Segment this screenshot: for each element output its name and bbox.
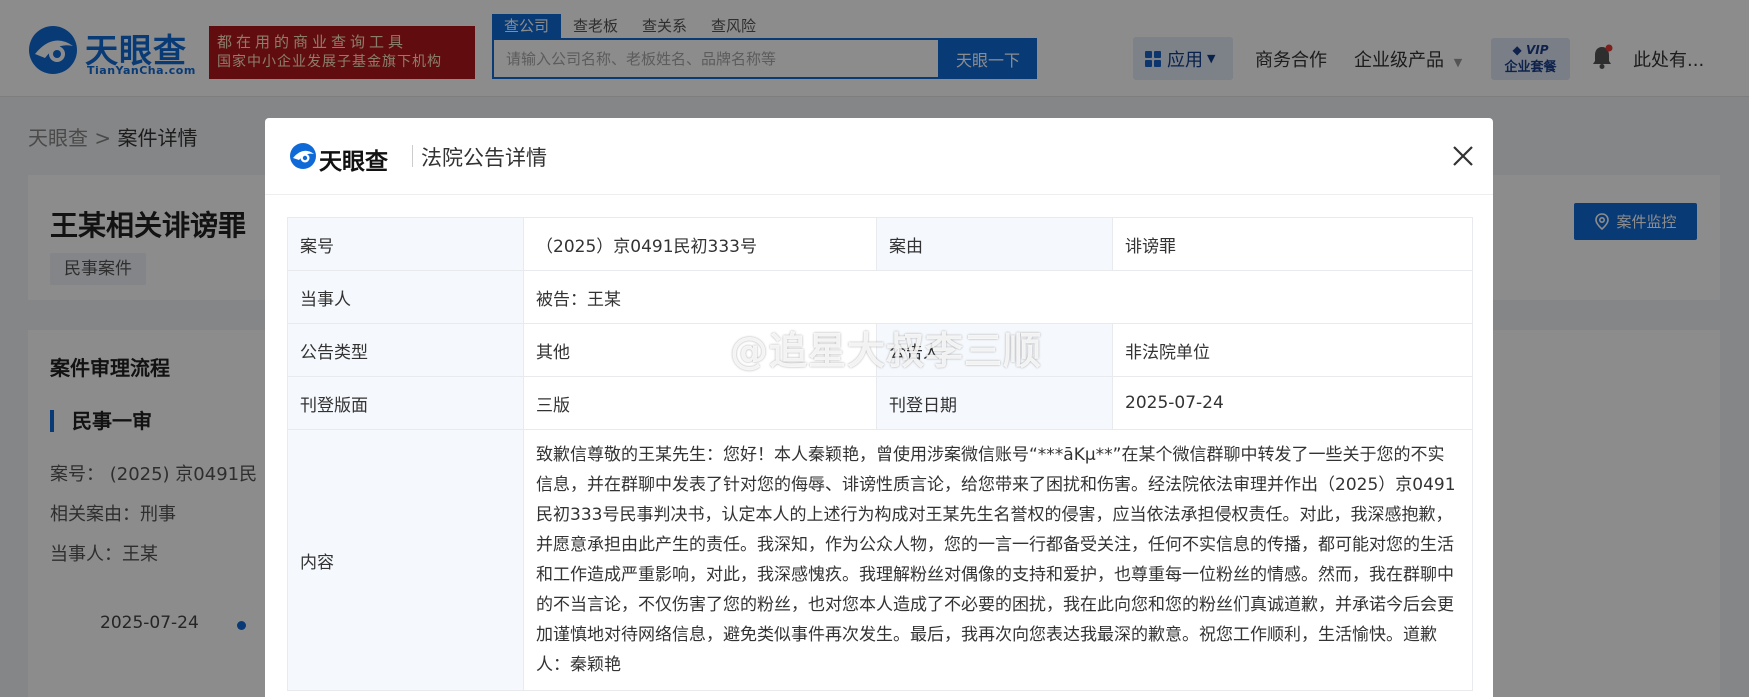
content-value: 致歉信尊敬的王某先生：您好！本人秦颖艳，曾使用涉案微信账号“***āKμ**”在…	[523, 429, 1473, 691]
logo-eye-icon	[290, 143, 316, 169]
table-row: 当事人 被告：王某	[287, 270, 1473, 324]
case-no-value: （2025）京0491民初333号	[523, 217, 877, 271]
page-value: 三版	[523, 376, 877, 430]
party-label: 当事人	[287, 270, 524, 324]
modal-logo: 天眼查	[289, 140, 409, 175]
table-row: 内容 致歉信尊敬的王某先生：您好！本人秦颖艳，曾使用涉案微信账号“***āKμ*…	[287, 429, 1473, 691]
page-label: 刊登版面	[287, 376, 524, 430]
modal-title: 法院公告详情	[421, 146, 547, 170]
announcer-value: 非法院单位	[1112, 323, 1473, 377]
case-no-label: 案号	[287, 217, 524, 271]
court-announcement-modal: 天眼查 法院公告详情 案号 （2025）京0491民初333号 案由 诽谤罪 当…	[265, 118, 1493, 697]
table-row: 公告类型 其他 公告人 非法院单位	[287, 323, 1473, 377]
date-label: 刊登日期	[876, 376, 1113, 430]
announcement-detail-table: 案号 （2025）京0491民初333号 案由 诽谤罪 当事人 被告：王某 公告…	[287, 217, 1473, 691]
type-value: 其他	[523, 323, 877, 377]
title-separator	[412, 145, 413, 167]
modal-divider	[265, 194, 1493, 195]
date-value: 2025-07-24	[1112, 376, 1473, 430]
announcer-label: 公告人	[876, 323, 1113, 377]
type-label: 公告类型	[287, 323, 524, 377]
cause-value: 诽谤罪	[1112, 217, 1473, 271]
cause-label: 案由	[876, 217, 1113, 271]
table-row: 案号 （2025）京0491民初333号 案由 诽谤罪	[287, 217, 1473, 271]
table-row: 刊登版面 三版 刊登日期 2025-07-24	[287, 376, 1473, 430]
party-value: 被告：王某	[523, 270, 1473, 324]
modal-logo-text: 天眼查	[319, 149, 388, 175]
close-icon[interactable]	[1448, 141, 1478, 171]
content-label: 内容	[287, 429, 524, 691]
